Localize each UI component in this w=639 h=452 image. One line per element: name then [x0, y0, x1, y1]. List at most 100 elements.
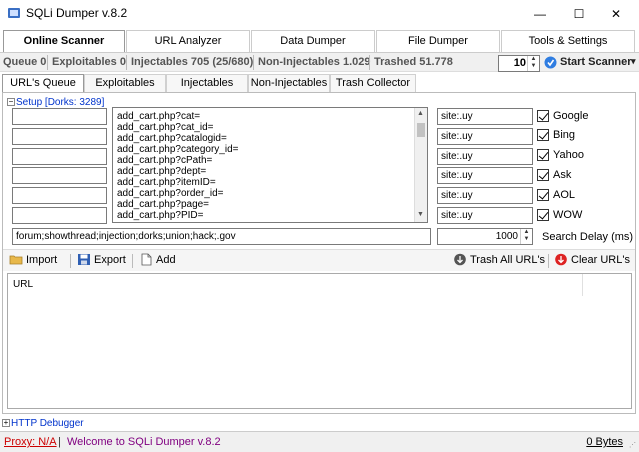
search-delay-label: Search Delay (ms) — [542, 231, 634, 243]
threads-stepper[interactable]: 10 ▲ ▼ — [498, 55, 540, 72]
exploitables-count: Exploitables 0 — [52, 56, 126, 68]
list-item[interactable]: add_cart.php?order_id= — [117, 188, 223, 199]
site-filter-input[interactable]: site:.uy — [437, 148, 533, 165]
list-item[interactable]: add_cart.php?dept= — [117, 166, 206, 177]
scroll-thumb[interactable] — [417, 123, 425, 137]
keyword-input[interactable] — [12, 128, 107, 145]
start-scanner-button[interactable]: Start Scanner ▾ — [543, 55, 639, 72]
engine-aol-checkbox[interactable]: AOL — [537, 188, 575, 202]
main-tab-bar: Online Scanner URL Analyzer Data Dumper … — [0, 30, 639, 52]
collapse-icon[interactable]: − — [7, 98, 15, 107]
engine-label: Google — [553, 110, 589, 122]
site-filter-input[interactable]: site:.uy — [437, 128, 533, 145]
site-filter-input[interactable]: site:.uy — [437, 167, 533, 184]
add-button[interactable]: Add — [139, 253, 176, 266]
engine-ask-checkbox[interactable]: Ask — [537, 168, 571, 182]
welcome-message: Welcome to SQLi Dumper v.8.2 — [67, 436, 221, 448]
resize-grip-icon[interactable]: ⋰ — [629, 441, 636, 449]
list-item[interactable]: add_cart.php?cat= — [117, 111, 200, 122]
tab-file-dumper[interactable]: File Dumper — [376, 30, 500, 52]
engine-label: Yahoo — [553, 149, 584, 161]
list-item[interactable]: add_cart.php?PID= — [117, 210, 203, 221]
list-item[interactable]: add_cart.php?page= — [117, 199, 209, 210]
import-button[interactable]: Import — [9, 253, 57, 266]
expand-icon[interactable]: + — [2, 419, 10, 428]
checkbox-checked-icon[interactable] — [537, 110, 549, 122]
engine-label: AOL — [553, 189, 576, 201]
keyword-input[interactable] — [12, 148, 107, 165]
engine-yahoo-checkbox[interactable]: Yahoo — [537, 148, 584, 162]
export-label: Export — [94, 253, 126, 266]
title-bar: SQLi Dumper v.8.2 — ☐ ✕ — [0, 0, 639, 27]
search-delay-value: 1000 — [495, 231, 518, 242]
scroll-up-icon[interactable]: ▲ — [417, 110, 424, 117]
divider — [47, 55, 48, 70]
engine-label: WOW — [553, 209, 583, 221]
search-delay-stepper[interactable]: 1000 ▲ ▼ — [437, 228, 533, 245]
trashed-count: Trashed 51.778 — [374, 56, 453, 68]
list-item[interactable]: add_cart.php?cat_id= — [117, 122, 213, 133]
tab-urls-queue[interactable]: URL's Queue — [2, 74, 84, 94]
engine-label: Bing — [553, 129, 576, 141]
url-column-header[interactable]: URL — [13, 279, 33, 290]
keyword-input[interactable] — [12, 108, 107, 125]
site-filter-input[interactable]: site:.uy — [437, 187, 533, 204]
import-label: Import — [26, 253, 58, 266]
spin-buttons[interactable]: ▲ ▼ — [527, 56, 539, 71]
checkbox-checked-icon[interactable] — [537, 209, 549, 221]
dorks-list[interactable]: add_cart.php?cat= add_cart.php?cat_id= a… — [112, 107, 428, 223]
url-toolbar: Import Export Add Trash All URL's Clear … — [3, 249, 635, 271]
tab-online-scanner[interactable]: Online Scanner — [3, 30, 125, 52]
add-label: Add — [156, 253, 176, 266]
http-debugger-label: HTTP Debugger — [11, 418, 84, 429]
exclude-words-input[interactable]: forum;showthread;injection;dorks;union;h… — [12, 228, 431, 245]
dorks-scrollbar[interactable]: ▲ ▼ — [414, 108, 427, 222]
keyword-input[interactable] — [12, 207, 107, 224]
tab-injectables[interactable]: Injectables — [166, 74, 248, 93]
checkbox-checked-icon[interactable] — [537, 149, 549, 161]
sub-tab-bar: URL's Queue Exploitables Injectables Non… — [0, 74, 639, 94]
checkbox-checked-icon[interactable] — [537, 189, 549, 201]
divider: | — [58, 436, 61, 448]
chevron-down-icon: ▾ — [631, 56, 636, 66]
checkbox-checked-icon[interactable] — [537, 129, 549, 141]
tab-tools-settings[interactable]: Tools & Settings — [501, 30, 635, 52]
site-filter-input[interactable]: site:.uy — [437, 108, 533, 125]
window-title: SQLi Dumper v.8.2 — [26, 6, 128, 20]
list-item[interactable]: add_cart.php?cPath= — [117, 155, 212, 166]
list-item[interactable]: add_cart.php?itemID= — [117, 177, 216, 188]
tab-trash-collector[interactable]: Trash Collector — [330, 74, 416, 93]
engine-google-checkbox[interactable]: Google — [537, 109, 588, 123]
keyword-input[interactable] — [12, 167, 107, 184]
list-item[interactable]: add_cart.php?category_id= — [117, 144, 238, 155]
tab-url-analyzer[interactable]: URL Analyzer — [126, 30, 250, 52]
clear-urls-button[interactable]: Clear URL's — [554, 253, 630, 266]
close-button[interactable]: ✕ — [593, 0, 639, 27]
queue-count: Queue 0 — [3, 56, 47, 68]
export-button[interactable]: Export — [77, 253, 126, 266]
scroll-down-icon[interactable]: ▼ — [417, 211, 424, 218]
proxy-link[interactable]: Proxy: N/A — [4, 436, 57, 448]
engine-bing-checkbox[interactable]: Bing — [537, 128, 575, 142]
divider — [70, 254, 71, 268]
keyword-input[interactable] — [12, 187, 107, 204]
url-list[interactable]: URL — [7, 273, 632, 409]
status-bar: Proxy: N/A | Welcome to SQLi Dumper v.8.… — [0, 431, 639, 452]
checkbox-checked-icon[interactable] — [537, 169, 549, 181]
setup-header[interactable]: − Setup [Dorks: 3289] — [7, 97, 104, 108]
tab-non-injectables[interactable]: Non-Injectables — [248, 74, 330, 93]
bytes-counter[interactable]: 0 Bytes — [586, 436, 623, 448]
threads-value: 10 — [513, 57, 526, 69]
setup-label: Setup [Dorks: 3289] — [16, 97, 105, 108]
trash-all-button[interactable]: Trash All URL's — [453, 253, 545, 266]
engine-wow-checkbox[interactable]: WOW — [537, 208, 582, 222]
folder-icon — [9, 255, 23, 265]
tab-data-dumper[interactable]: Data Dumper — [251, 30, 375, 52]
site-filter-input[interactable]: site:.uy — [437, 207, 533, 224]
tab-exploitables[interactable]: Exploitables — [84, 74, 166, 93]
http-debugger-header[interactable]: + HTTP Debugger — [2, 418, 84, 429]
divider — [132, 254, 133, 268]
divider — [548, 254, 549, 268]
list-item[interactable]: add_cart.php?catalogid= — [117, 133, 227, 144]
spin-buttons[interactable]: ▲ ▼ — [520, 229, 532, 244]
